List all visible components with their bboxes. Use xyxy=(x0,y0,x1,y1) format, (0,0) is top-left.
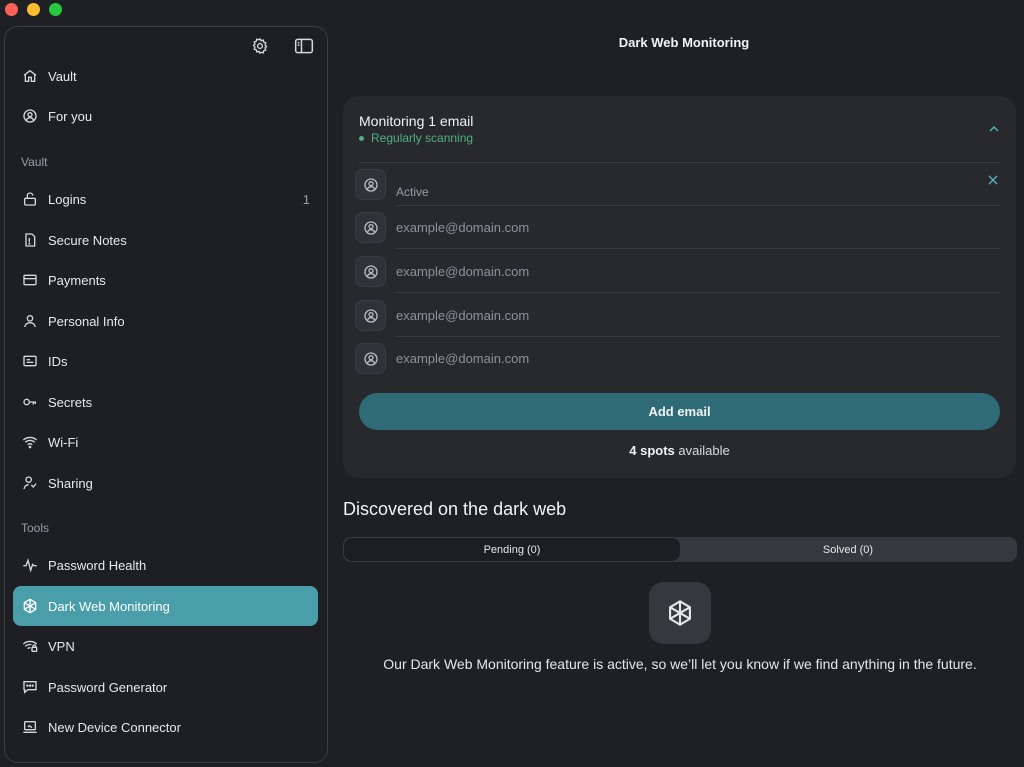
empty-state-message: Our Dark Web Monitoring feature is activ… xyxy=(383,656,977,672)
sidebar-item-label: For you xyxy=(48,108,93,124)
sidebar-item-label: Secrets xyxy=(48,394,93,410)
zoom-window-button[interactable] xyxy=(49,3,62,16)
email-field[interactable] xyxy=(396,206,1000,249)
sidebar-item-label: Personal Info xyxy=(48,313,125,329)
sidebar-item-label: Sharing xyxy=(48,475,93,491)
sidebar-item-password-health[interactable]: Password Health xyxy=(13,545,318,585)
dark-web-icon xyxy=(21,597,39,615)
dark-web-icon xyxy=(649,582,711,644)
sidebar-item-label: Logins xyxy=(48,191,87,207)
sidebar-item-ids[interactable]: IDs xyxy=(13,341,318,381)
sidebar-item-personal-info[interactable]: Personal Info xyxy=(13,301,318,341)
user-circle-icon xyxy=(355,169,386,200)
status-text: Regularly scanning xyxy=(371,131,474,145)
sidebar-item-label: New Device Connector xyxy=(48,719,181,735)
sidebar-item-secrets[interactable]: Secrets xyxy=(13,382,318,422)
note-icon xyxy=(21,231,39,249)
email-row xyxy=(355,337,1000,381)
wifi-icon xyxy=(21,433,39,451)
user-circle-icon xyxy=(355,343,386,374)
spots-available: 4 spots available xyxy=(343,443,1016,458)
sidebar-item-label: Vault xyxy=(48,68,77,84)
key-icon xyxy=(21,393,39,411)
sidebar-item-label: Secure Notes xyxy=(48,232,127,248)
email-field[interactable] xyxy=(396,250,1000,293)
email-row xyxy=(355,206,1000,250)
laptop-icon xyxy=(21,718,39,736)
close-icon[interactable] xyxy=(986,173,1000,187)
sidebar-item-label: Password Health xyxy=(48,557,147,573)
generator-icon xyxy=(21,678,39,696)
home-icon xyxy=(21,67,39,85)
sidebar-item-wifi[interactable]: Wi-Fi xyxy=(13,422,318,462)
sidebar-item-dark-web-monitoring[interactable]: Dark Web Monitoring xyxy=(13,586,318,626)
user-circle-icon xyxy=(21,107,39,125)
section-title-discovered: Discovered on the dark web xyxy=(343,499,567,519)
window-controls xyxy=(5,3,62,16)
sidebar-item-secure-notes[interactable]: Secure Notes xyxy=(13,220,318,260)
status-dot xyxy=(359,135,364,141)
card-icon xyxy=(21,271,39,289)
email-row xyxy=(355,294,1000,338)
sidebar-item-label: VPN xyxy=(48,638,75,654)
monitoring-status: Regularly scanning xyxy=(359,131,473,145)
vpn-icon xyxy=(21,637,39,655)
email-status-label: Active xyxy=(396,185,429,199)
add-email-button[interactable]: Add email xyxy=(359,393,1000,430)
user-circle-icon xyxy=(355,212,386,243)
segmented-tabs: Pending (0) Solved (0) xyxy=(343,537,1017,562)
lock-icon xyxy=(21,190,39,208)
sidebar-item-vault-home[interactable]: Vault xyxy=(13,56,318,96)
sidebar-toolbar xyxy=(249,35,315,57)
sharing-icon xyxy=(21,474,39,492)
sidebar-item-payments[interactable]: Payments xyxy=(13,260,318,300)
sidebar-item-vpn[interactable]: VPN xyxy=(13,626,318,666)
monitoring-card: Monitoring 1 email Regularly scanning Ac… xyxy=(343,96,1016,478)
user-circle-icon xyxy=(355,256,386,287)
app-window: Vault For you Vault Logins 1 Secure Note… xyxy=(0,0,1024,767)
user-circle-icon xyxy=(355,300,386,331)
sidebar-item-for-you[interactable]: For you xyxy=(13,96,318,136)
pulse-icon xyxy=(21,556,39,574)
sidebar-item-label: Dark Web Monitoring xyxy=(48,598,170,614)
page-title: Dark Web Monitoring xyxy=(618,35,750,50)
minimize-window-button[interactable] xyxy=(27,3,40,16)
sidebar-item-label: IDs xyxy=(48,353,68,369)
id-card-icon xyxy=(21,352,39,370)
close-window-button[interactable] xyxy=(5,3,18,16)
sidebar-item-label: Payments xyxy=(48,272,106,288)
email-row xyxy=(355,250,1000,294)
sidebar-item-sharing[interactable]: Sharing xyxy=(13,463,318,503)
tab-solved[interactable]: Solved (0) xyxy=(680,538,1016,561)
sidebar-item-password-generator[interactable]: Password Generator xyxy=(13,667,318,707)
person-icon xyxy=(21,312,39,330)
email-field[interactable] xyxy=(396,294,1000,337)
sidebar-item-new-device-connector[interactable]: New Device Connector xyxy=(13,707,318,747)
sidebar-item-label: Password Generator xyxy=(48,679,168,695)
sidebar-item-label: Wi-Fi xyxy=(48,434,79,450)
logins-count: 1 xyxy=(302,191,310,207)
email-row-active: Active xyxy=(355,163,1000,207)
section-label-vault: Vault xyxy=(21,155,48,169)
gear-icon[interactable] xyxy=(249,35,271,57)
spots-suffix: available xyxy=(674,443,730,458)
monitoring-title: Monitoring 1 email xyxy=(359,113,474,129)
sidebar-item-logins[interactable]: Logins 1 xyxy=(13,179,318,219)
sidebar: Vault For you Vault Logins 1 Secure Note… xyxy=(4,26,328,763)
tab-pending[interactable]: Pending (0) xyxy=(344,538,680,561)
spots-count: 4 spots xyxy=(629,443,675,458)
email-field[interactable] xyxy=(396,163,1000,206)
email-field[interactable] xyxy=(396,337,1000,380)
sidebar-toggle-icon[interactable] xyxy=(293,35,315,57)
section-label-tools: Tools xyxy=(21,521,50,535)
chevron-up-icon[interactable] xyxy=(986,121,1002,137)
